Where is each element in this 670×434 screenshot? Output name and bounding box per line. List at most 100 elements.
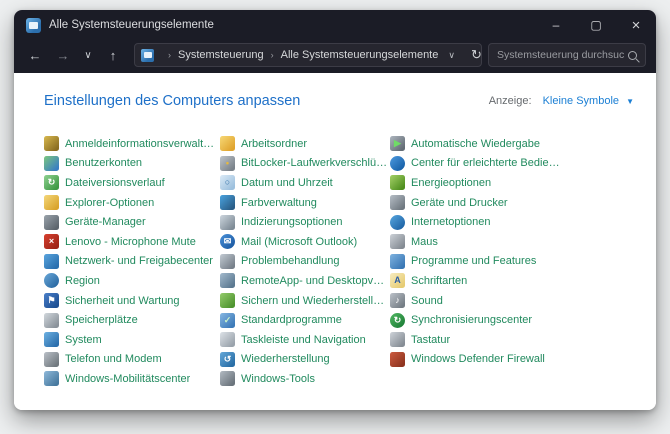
window-title: Alle Systemsteuerungselemente (49, 19, 536, 31)
control-panel-items-grid: Anmeldeinformationsverwaltung Arbeitsord… (44, 134, 656, 389)
control-panel-item[interactable]: Internetoptionen (390, 212, 562, 232)
control-panel-item[interactable]: Geräte-Manager (44, 212, 220, 232)
breadcrumb-systemsteuerung[interactable]: Systemsteuerung (178, 49, 264, 61)
item-label: Lenovo - Microphone Mute (65, 236, 196, 248)
control-panel-item[interactable]: Tastatur (390, 330, 562, 350)
page-title: Einstellungen des Computers anpassen (44, 93, 489, 109)
control-panel-item[interactable]: Energieoptionen (390, 173, 562, 193)
control-panel-item[interactable]: Netzwerk- und Freigabecenter (44, 252, 220, 272)
control-panel-item[interactable]: Speicherplätze (44, 310, 220, 330)
search-input[interactable] (497, 49, 624, 61)
item-label: Telefon und Modem (65, 353, 162, 365)
item-label: BitLocker-Laufwerkverschlüsselung (241, 157, 390, 169)
address-bar[interactable]: › Systemsteuerung › Alle Systemsteuerung… (134, 43, 482, 67)
windows-tools-icon (220, 371, 235, 386)
control-panel-item[interactable]: A Schriftarten (390, 271, 562, 291)
item-label: Dateiversionsverlauf (65, 177, 165, 189)
control-panel-item[interactable]: Geräte und Drucker (390, 193, 562, 213)
control-panel-item[interactable]: × Lenovo - Microphone Mute (44, 232, 220, 252)
control-panel-item[interactable]: ○ Datum und Uhrzeit (220, 173, 390, 193)
recent-locations-button[interactable]: ∨ (78, 42, 98, 68)
control-panel-item[interactable]: Programme und Features (390, 252, 562, 272)
item-label: Geräte und Drucker (411, 197, 508, 209)
item-label: Geräte-Manager (65, 216, 146, 228)
search-icon[interactable] (628, 51, 637, 60)
item-label: Indizierungsoptionen (241, 216, 343, 228)
view-control: Anzeige: Kleine Symbole ▼ (489, 95, 634, 107)
address-dropdown-icon[interactable]: ∨ (438, 50, 465, 61)
devices-printers-icon (390, 195, 405, 210)
control-panel-item[interactable]: RemoteApp- und Desktopverbindun... (220, 271, 390, 291)
chevron-down-icon[interactable]: ▼ (626, 97, 634, 106)
control-panel-item[interactable]: Anmeldeinformationsverwaltung (44, 134, 220, 154)
control-panel-item[interactable]: ↺ Wiederherstellung (220, 350, 390, 370)
troubleshooting-icon (220, 254, 235, 269)
control-panel-item[interactable]: ↻ Synchronisierungscenter (390, 310, 562, 330)
control-panel-item[interactable]: Taskleiste und Navigation (220, 330, 390, 350)
item-label: Sound (411, 295, 443, 307)
control-panel-item[interactable]: Windows-Mobilitätscenter (44, 369, 220, 389)
firewall-icon (390, 352, 405, 367)
control-panel-item[interactable]: Benutzerkonten (44, 154, 220, 174)
control-panel-item[interactable]: System (44, 330, 220, 350)
up-button[interactable]: ↑ (100, 42, 126, 68)
device-manager-icon (44, 215, 59, 230)
item-label: Internetoptionen (411, 216, 491, 228)
control-panel-item[interactable]: ⚑ Sicherheit und Wartung (44, 291, 220, 311)
item-label: Programme und Features (411, 255, 536, 267)
date-time-icon: ○ (220, 175, 235, 190)
indexing-options-icon (220, 215, 235, 230)
forward-button[interactable]: → (50, 42, 76, 68)
breadcrumb-separator: › (168, 50, 171, 60)
item-label: Center für erleichterte Bedienung (411, 157, 562, 169)
item-label: Anmeldeinformationsverwaltung (65, 138, 220, 150)
control-panel-item[interactable]: Problembehandlung (220, 252, 390, 272)
control-panel-item[interactable]: ↻ Dateiversionsverlauf (44, 173, 220, 193)
item-label: Wiederherstellung (241, 353, 330, 365)
minimize-button[interactable]: – (536, 10, 576, 40)
control-panel-item[interactable]: Center für erleichterte Bedienung (390, 154, 562, 174)
mouse-icon (390, 234, 405, 249)
control-panel-item[interactable]: Farbverwaltung (220, 193, 390, 213)
item-label: Datum und Uhrzeit (241, 177, 333, 189)
network-sharing-icon (44, 254, 59, 269)
control-panel-item[interactable]: Indizierungsoptionen (220, 212, 390, 232)
control-panel-item[interactable]: Arbeitsordner (220, 134, 390, 154)
taskbar-icon (220, 332, 235, 347)
control-panel-item[interactable]: Maus (390, 232, 562, 252)
view-dropdown[interactable]: Kleine Symbole (543, 95, 619, 107)
control-panel-item[interactable]: Region (44, 271, 220, 291)
item-label: Region (65, 275, 100, 287)
search-box[interactable] (488, 43, 646, 67)
control-panel-item[interactable]: Windows-Tools (220, 369, 390, 389)
color-management-icon (220, 195, 235, 210)
item-label: Tastatur (411, 334, 450, 346)
control-panel-icon (26, 18, 41, 33)
internet-options-icon (390, 215, 405, 230)
recovery-icon: ↺ (220, 352, 235, 367)
control-panel-item[interactable]: ✓ Standardprogramme (220, 310, 390, 330)
control-panel-item[interactable]: Windows Defender Firewall (390, 350, 562, 370)
control-panel-item[interactable]: • BitLocker-Laufwerkverschlüsselung (220, 154, 390, 174)
control-panel-item[interactable]: ✉ Mail (Microsoft Outlook) (220, 232, 390, 252)
control-panel-item[interactable]: Sichern und Wiederherstellen (Wind... (220, 291, 390, 311)
lenovo-mic-mute-icon: × (44, 234, 59, 249)
region-icon (44, 273, 59, 288)
control-panel-item[interactable]: ▶ Automatische Wiedergabe (390, 134, 562, 154)
maximize-button[interactable]: ▢ (576, 10, 616, 40)
content-header: Einstellungen des Computers anpassen Anz… (14, 73, 656, 109)
control-panel-item[interactable]: Telefon und Modem (44, 350, 220, 370)
back-button[interactable]: ← (22, 42, 48, 68)
breadcrumb-alle-systemsteuerungselemente[interactable]: Alle Systemsteuerungselemente (281, 49, 439, 61)
item-label: Energieoptionen (411, 177, 491, 189)
close-button[interactable]: × (616, 10, 656, 40)
autoplay-icon: ▶ (390, 136, 405, 151)
keyboard-icon (390, 332, 405, 347)
sync-center-icon: ↻ (390, 313, 405, 328)
control-panel-item[interactable]: ♪ Sound (390, 291, 562, 311)
remoteapp-icon (220, 273, 235, 288)
refresh-icon[interactable]: ↻ (465, 47, 486, 63)
control-panel-item[interactable]: Explorer-Optionen (44, 193, 220, 213)
sound-icon: ♪ (390, 293, 405, 308)
item-label: Sicherheit und Wartung (65, 295, 180, 307)
